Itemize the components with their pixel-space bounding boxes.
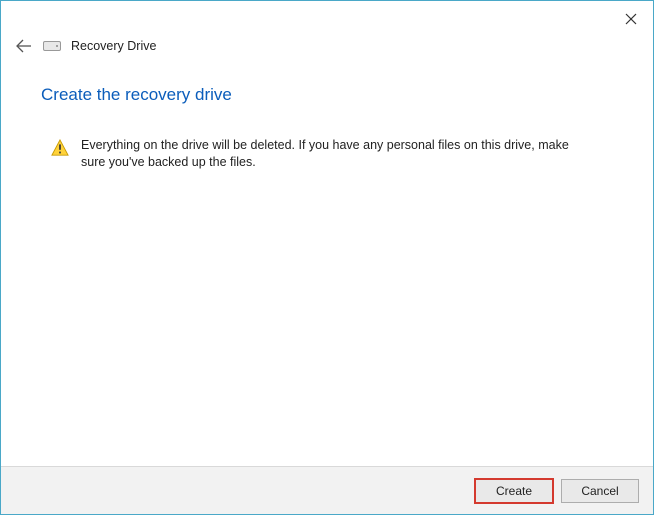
warning-icon [51,139,69,162]
create-button[interactable]: Create [475,479,553,503]
warning-text: Everything on the drive will be deleted.… [81,137,581,171]
window-title: Recovery Drive [71,39,156,53]
warning-row: Everything on the drive will be deleted.… [41,137,613,171]
dialog-window: Recovery Drive Create the recovery drive… [0,0,654,515]
titlebar [1,1,653,31]
header: Recovery Drive [1,31,653,59]
cancel-button[interactable]: Cancel [561,479,639,503]
content-area: Create the recovery drive Everything on … [1,59,653,466]
drive-icon [43,40,61,52]
footer: Create Cancel [1,466,653,514]
page-heading: Create the recovery drive [41,85,613,105]
back-button[interactable] [15,37,33,55]
close-button[interactable] [619,7,643,31]
